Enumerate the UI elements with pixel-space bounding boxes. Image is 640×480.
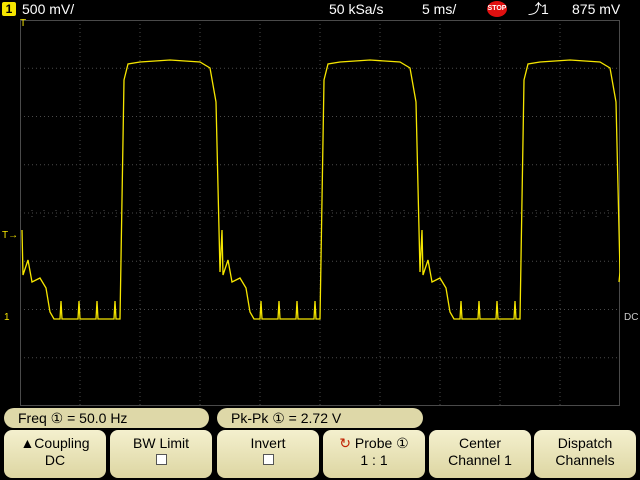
trigger-edge-icon: ⤴ xyxy=(528,1,542,17)
softkey-label: Dispatch xyxy=(557,435,613,451)
dc-marker: DC xyxy=(624,312,639,323)
channel-1-trace xyxy=(21,59,620,320)
softkey-label: Center xyxy=(458,435,502,451)
coupling-menu-icon: ▲ xyxy=(20,435,35,451)
stop-icon: STOP xyxy=(487,1,507,17)
softkey-label: BW Limit xyxy=(133,435,189,451)
softkey-bar: ▲Coupling DC BW Limit Invert ↻ Probe ① 1… xyxy=(0,430,640,480)
coupling-softkey[interactable]: ▲Coupling DC xyxy=(4,430,106,478)
softkey-value: DC xyxy=(44,452,66,468)
trigger-position-marker: T xyxy=(20,18,27,29)
invert-checkbox[interactable] xyxy=(262,454,274,465)
trigger-level-marker: T→ xyxy=(2,230,19,241)
softkey-label: Coupling xyxy=(34,435,90,451)
volts-per-div: 500 mV/ xyxy=(22,1,75,17)
center-channel-softkey[interactable]: Center Channel 1 xyxy=(429,430,531,478)
ground-marker: 1 xyxy=(4,312,10,323)
measurement-freq: Freq ① = 50.0 Hz xyxy=(4,408,209,428)
graticule xyxy=(20,20,620,406)
trigger-source: 1 xyxy=(541,1,549,17)
bw-limit-softkey[interactable]: BW Limit xyxy=(110,430,212,478)
probe-softkey[interactable]: ↻ Probe ① 1 : 1 xyxy=(323,430,425,478)
softkey-label: Invert xyxy=(250,435,286,451)
softkey-value: 1 : 1 xyxy=(360,452,388,468)
dispatch-channels-softkey[interactable]: Dispatch Channels xyxy=(534,430,636,478)
trigger-level: 875 mV xyxy=(572,1,621,17)
softkey-value: Channels xyxy=(555,452,615,468)
softkey-label: Probe ① xyxy=(354,435,409,451)
measurement-pkpk: Pk-Pk ① = 2.72 V xyxy=(217,408,423,428)
scope-display xyxy=(20,20,620,406)
time-per-div: 5 ms/ xyxy=(422,1,457,17)
softkey-value: Channel 1 xyxy=(448,452,512,468)
invert-softkey[interactable]: Invert xyxy=(217,430,319,478)
sample-rate: 50 kSa/s xyxy=(329,1,384,17)
rotate-knob-icon: ↻ xyxy=(339,435,352,451)
channel-badge: 1 xyxy=(2,2,16,16)
bw-limit-checkbox[interactable] xyxy=(155,454,167,465)
status-bar: 1 500 mV/ 50 kSa/s 5 ms/ STOP ⤴ 1 875 mV xyxy=(0,0,640,18)
